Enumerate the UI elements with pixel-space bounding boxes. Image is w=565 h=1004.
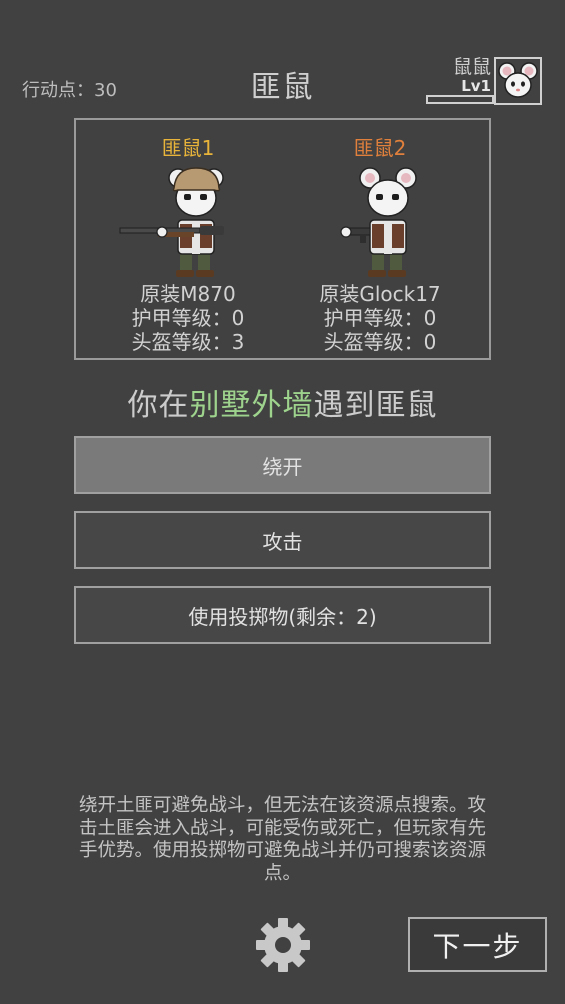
experience-bar	[426, 95, 494, 104]
bypass-button[interactable]: 绕开	[74, 436, 491, 494]
player-level: Lv1	[461, 77, 491, 95]
encounter-location: 别墅外墙	[189, 388, 314, 423]
use-throwable-button[interactable]: 使用投掷物(剩余：2)	[74, 586, 491, 644]
player-avatar[interactable]	[494, 57, 542, 105]
attack-button[interactable]: 攻击	[74, 511, 491, 569]
enemy-weapon: 原装Glock17	[319, 282, 441, 306]
bandit-rat-pistol-sprite	[340, 167, 417, 277]
mouse-avatar-icon	[498, 62, 538, 98]
enemy-card-1: 匪鼠1 原装M870 护甲等级：0 头盔等级：3	[88, 120, 288, 358]
enemy-armor-level: 护甲等级：0	[323, 306, 437, 330]
gear-icon[interactable]	[254, 916, 312, 974]
encounter-message: 你在别墅外墙遇到匪鼠	[0, 380, 565, 424]
next-step-button[interactable]: 下一步	[408, 917, 547, 972]
enemy-helmet-level: 头盔等级：3	[131, 330, 245, 354]
player-name: 鼠鼠	[452, 56, 491, 78]
enemy-panel: 匪鼠1 原装M870 护甲等级：0 头盔等级：3 匪鼠2 原装Glock17 护…	[74, 118, 491, 360]
enemy-weapon: 原装M870	[140, 282, 236, 306]
encounter-suffix: 遇到匪鼠	[313, 388, 438, 423]
enemy-name: 匪鼠2	[353, 136, 407, 160]
enemy-card-2: 匪鼠2 原装Glock17 护甲等级：0 头盔等级：0	[280, 120, 480, 358]
enemy-name: 匪鼠1	[161, 136, 215, 160]
bandit-rat-helmet-shotgun-sprite	[119, 167, 224, 277]
enemy-armor-level: 护甲等级：0	[131, 306, 245, 330]
encounter-prefix: 你在	[127, 388, 190, 423]
enemy-helmet-level: 头盔等级：0	[323, 330, 437, 354]
hint-text: 绕开土匪可避免战斗，但无法在该资源点搜索。攻击土匪会进入战斗，可能受伤或死亡，但…	[78, 795, 486, 884]
